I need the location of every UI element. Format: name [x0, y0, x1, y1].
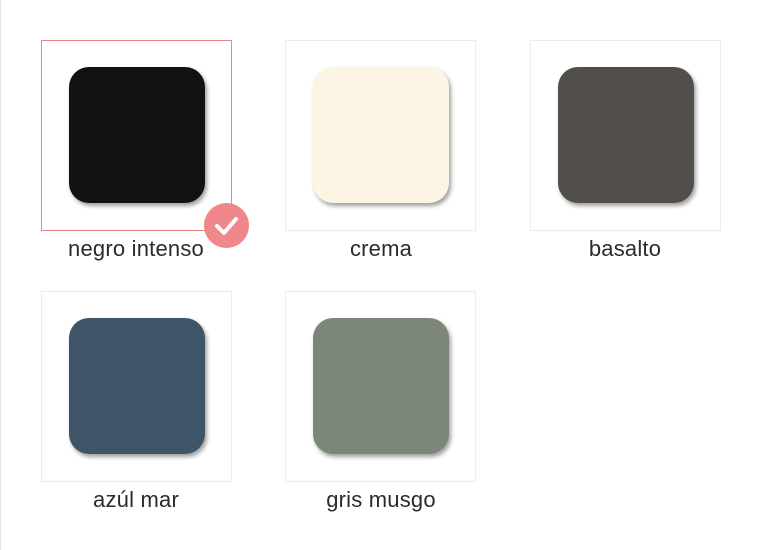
swatch-negro-intenso[interactable]	[41, 40, 249, 248]
swatch-basalto[interactable]	[530, 40, 721, 231]
swatch-label-negro-intenso: negro intenso	[68, 236, 204, 261]
swatch-gris-musgo[interactable]	[285, 291, 476, 482]
swatch-label-crema: crema	[349, 236, 413, 261]
swatch-label-azul-mar: azúl mar	[93, 487, 179, 512]
swatch-label-gris-musgo: gris musgo	[326, 487, 436, 512]
swatch-azul-mar[interactable]	[41, 291, 232, 482]
swatch-label-basalto: basalto	[588, 236, 662, 261]
color-chip	[313, 318, 449, 454]
color-chip	[69, 318, 205, 454]
swatch-crema[interactable]	[285, 40, 476, 231]
color-chip	[313, 67, 449, 203]
color-chip	[558, 67, 694, 203]
panel-left-border	[0, 0, 1, 550]
color-chip	[69, 67, 205, 203]
